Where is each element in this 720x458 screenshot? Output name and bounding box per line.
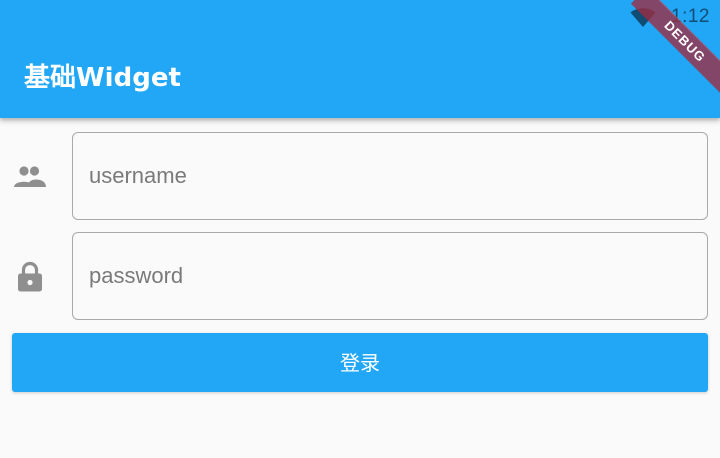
page-title: 基础Widget (24, 63, 181, 93)
username-input[interactable] (89, 133, 689, 219)
app-bar: 1:12 基础Widget (0, 0, 720, 118)
password-input[interactable] (89, 233, 689, 319)
username-field[interactable] (72, 132, 708, 220)
status-bar: 1:12 (0, 0, 720, 38)
status-time: 1:12 (671, 6, 710, 27)
wifi-icon (630, 8, 656, 28)
password-field[interactable] (72, 232, 708, 320)
password-row (0, 232, 720, 320)
login-button[interactable]: 登录 (12, 333, 708, 392)
lock-icon (12, 260, 48, 294)
people-icon (12, 160, 48, 194)
screen: 1:12 基础Widget DEBUG username 登录 (0, 0, 720, 458)
username-row (0, 132, 720, 220)
